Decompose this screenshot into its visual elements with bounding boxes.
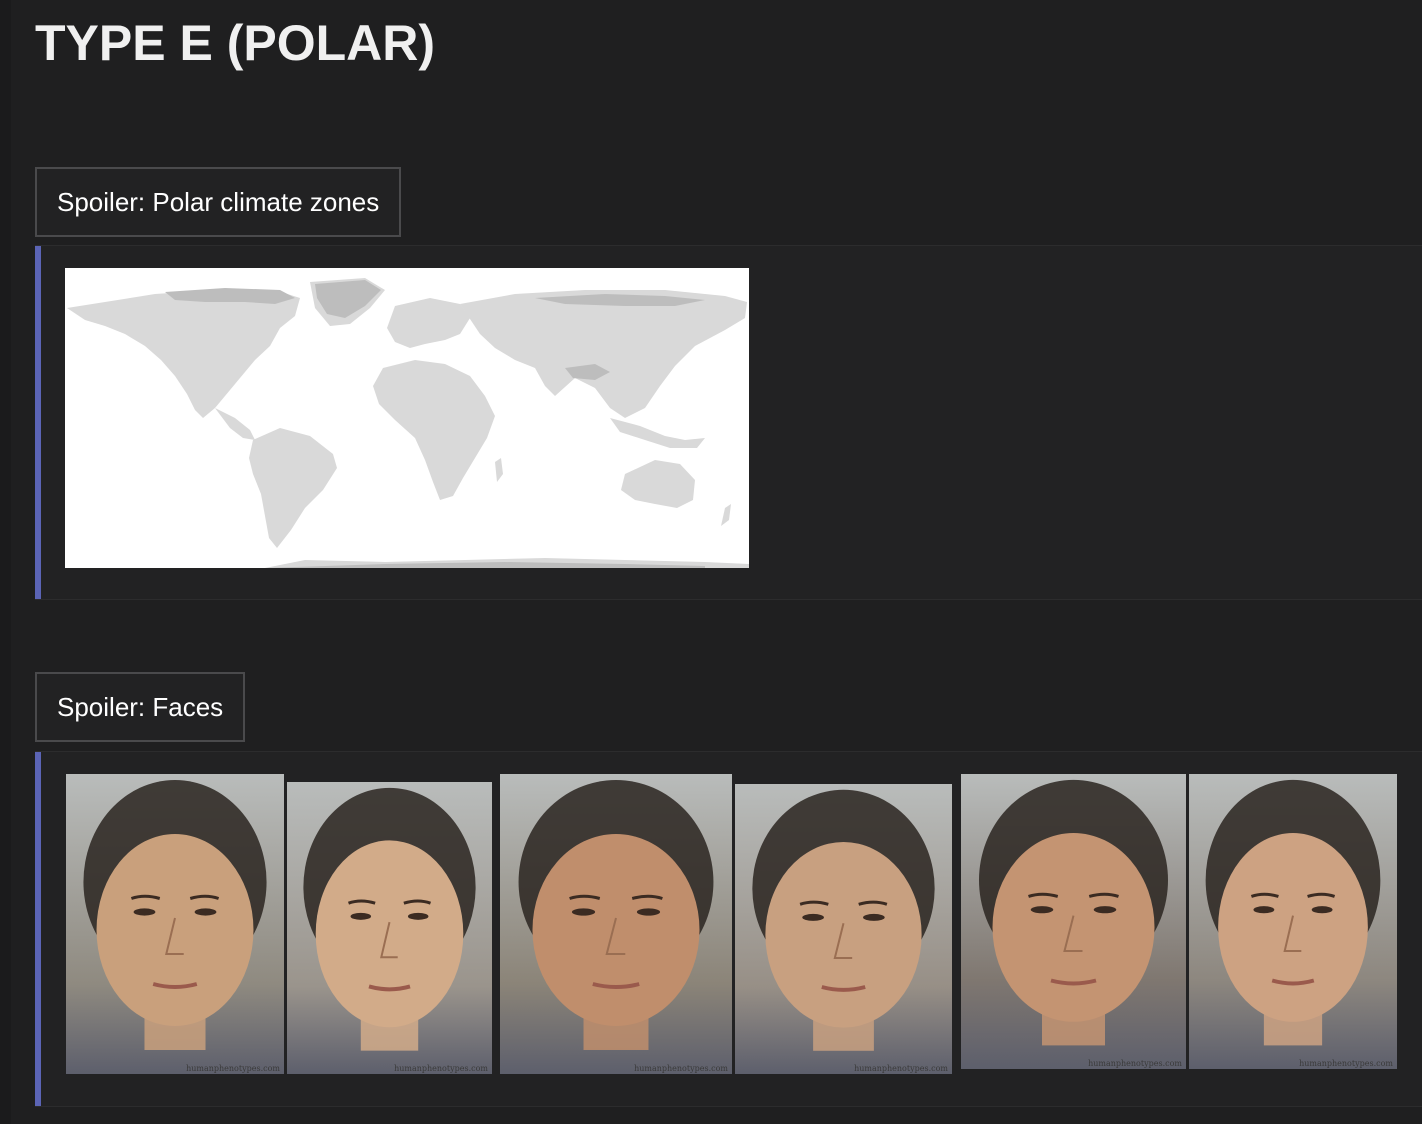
spoiler-faces-content: humanphenotypes.com humanphenotypes.com xyxy=(35,751,1422,1107)
watermark-text: humanphenotypes.com xyxy=(634,1064,728,1073)
spoiler-faces-button[interactable]: Spoiler: Faces xyxy=(35,672,246,742)
face-image-male[interactable]: humanphenotypes.com xyxy=(961,774,1186,1069)
face-image-male[interactable]: humanphenotypes.com xyxy=(500,774,732,1074)
watermark-text: humanphenotypes.com xyxy=(1088,1059,1182,1068)
face-graphic xyxy=(979,779,1168,1046)
face-image-female[interactable]: humanphenotypes.com xyxy=(1189,774,1397,1069)
spoiler-accent-bar xyxy=(35,752,41,1106)
face-image-female[interactable]: humanphenotypes.com xyxy=(735,784,952,1074)
left-edge-strip xyxy=(0,0,11,1124)
page-title: TYPE E (POLAR) xyxy=(35,15,436,71)
watermark-text: humanphenotypes.com xyxy=(394,1064,488,1073)
face-graphic xyxy=(303,787,476,1051)
spoiler-label: Spoiler: Polar climate zones xyxy=(57,187,380,217)
face-graphic xyxy=(83,780,267,1050)
spoiler-polar-climate-zones-content xyxy=(35,245,1422,600)
world-map-graphic xyxy=(65,268,749,568)
face-graphic xyxy=(1205,779,1381,1046)
watermark-text: humanphenotypes.com xyxy=(186,1064,280,1073)
spoiler-accent-bar xyxy=(35,246,41,599)
world-map-image[interactable] xyxy=(65,268,749,568)
spoiler-label: Spoiler: Faces xyxy=(57,692,224,722)
watermark-text: humanphenotypes.com xyxy=(1299,1059,1393,1068)
face-image-male[interactable]: humanphenotypes.com xyxy=(66,774,284,1074)
spoiler-polar-climate-zones-button[interactable]: Spoiler: Polar climate zones xyxy=(35,167,402,237)
face-graphic xyxy=(752,789,935,1051)
watermark-text: humanphenotypes.com xyxy=(854,1064,948,1073)
face-image-female[interactable]: humanphenotypes.com xyxy=(287,782,492,1074)
face-graphic xyxy=(518,780,714,1050)
